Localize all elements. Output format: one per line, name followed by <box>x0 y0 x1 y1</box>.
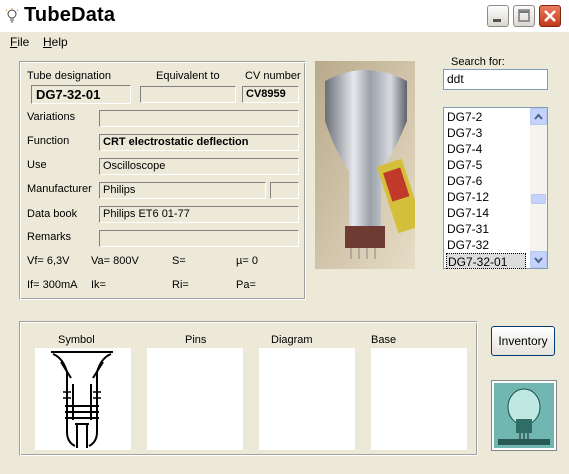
list-item[interactable]: DG7-2 <box>446 109 527 125</box>
close-button[interactable] <box>539 5 561 27</box>
va-value: Va= 800V <box>91 255 139 267</box>
variations-label: Variations <box>27 111 76 123</box>
use-field[interactable]: Oscilloscope <box>99 158 299 175</box>
list-item[interactable]: DG7-4 <box>446 141 527 157</box>
tube-symbol-drawing <box>51 351 113 448</box>
window-title: TubeData <box>24 4 116 26</box>
list-item[interactable]: DG7-14 <box>446 205 527 221</box>
menu-bar: File Help <box>0 32 569 52</box>
databook-field[interactable]: Philips ET6 01-77 <box>99 206 299 223</box>
databook-label: Data book <box>27 208 78 220</box>
ri-value: Ri= <box>172 279 189 291</box>
search-label: Search for: <box>451 56 505 68</box>
pins-box <box>147 348 243 450</box>
menu-file[interactable]: File <box>10 35 29 49</box>
tube-designation-field[interactable]: DG7-32-01 <box>31 85 131 104</box>
list-item[interactable]: DG7-31 <box>446 221 527 237</box>
tube-designation-label: Tube designation <box>27 70 111 82</box>
equivalent-field[interactable] <box>140 86 236 103</box>
manufacturer-label: Manufacturer <box>27 183 92 195</box>
list-scrollbar[interactable] <box>530 108 547 268</box>
symbol-label: Symbol <box>58 334 95 346</box>
scroll-down-button[interactable] <box>530 251 547 268</box>
function-field[interactable]: CRT electrostatic deflection <box>99 134 299 151</box>
menu-help[interactable]: Help <box>43 35 68 49</box>
title-bar[interactable]: TubeData <box>0 0 569 32</box>
s-value: S= <box>172 255 186 267</box>
symbol-box <box>35 348 131 450</box>
cv-number-label: CV number <box>245 70 301 82</box>
diagram-label: Diagram <box>271 334 313 346</box>
cv-number-field[interactable]: CV8959 <box>242 86 299 103</box>
list-item[interactable]: DG7-12 <box>446 189 527 205</box>
close-icon <box>544 10 556 22</box>
ik-value: Ik= <box>91 279 106 291</box>
list-item-selected[interactable]: DG7-32-01 <box>446 253 526 269</box>
chevron-up-icon <box>534 113 543 120</box>
tubedata-window: TubeData File Help Tube designation Equi… <box>0 0 569 474</box>
lightbulb-icon <box>5 8 19 23</box>
base-box <box>371 348 467 450</box>
pa-value: Pa= <box>236 279 256 291</box>
remarks-label: Remarks <box>27 231 72 243</box>
equivalent-label: Equivalent to <box>156 70 220 82</box>
base-label: Base <box>371 334 397 346</box>
diagram-box <box>259 348 355 450</box>
list-item[interactable]: DG7-6 <box>446 173 527 189</box>
maximize-icon <box>518 9 530 22</box>
list-item[interactable]: DG7-3 <box>446 125 527 141</box>
search-input[interactable]: ddt <box>443 69 548 90</box>
use-label: Use <box>27 159 47 171</box>
minimize-button[interactable] <box>487 5 509 27</box>
remarks-field[interactable] <box>99 230 299 247</box>
manufacturer-field[interactable]: Philips <box>99 182 266 199</box>
maximize-button[interactable] <box>513 5 535 27</box>
chevron-down-icon <box>534 257 543 264</box>
list-item[interactable]: DG7-32 <box>446 237 527 253</box>
scroll-up-button[interactable] <box>530 108 547 125</box>
vf-value: Vf= 6,3V <box>27 255 70 267</box>
pins-label: Pins <box>185 334 207 346</box>
minimize-icon <box>493 19 501 22</box>
variations-field[interactable] <box>99 110 299 127</box>
mu-value: µ= 0 <box>236 255 258 267</box>
if-value: If= 300mA <box>27 279 78 291</box>
function-label: Function <box>27 135 70 147</box>
scroll-thumb[interactable] <box>531 194 546 204</box>
tube-photo <box>315 61 424 269</box>
list-item[interactable]: DG7-5 <box>446 157 527 173</box>
inventory-button[interactable]: Inventory <box>491 326 555 356</box>
tube-list[interactable]: DG7-2 DG7-3 DG7-4 DG7-5 DG7-6 DG7-12 DG7… <box>443 107 548 269</box>
tubedata-logo <box>491 380 557 451</box>
manufacturer-extra-field[interactable] <box>270 182 299 199</box>
